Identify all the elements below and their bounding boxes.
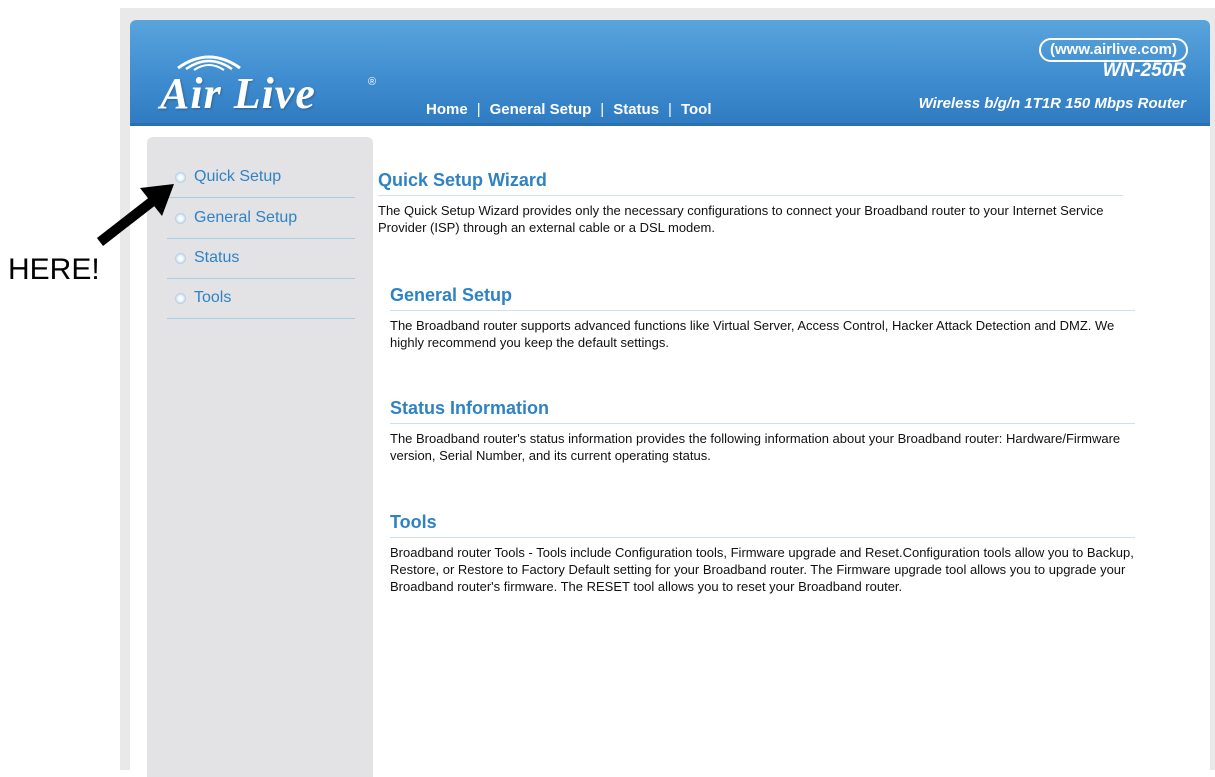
header-banner: Air Live ® Home | General Setup | Status… (130, 20, 1210, 126)
sidebar-item-general-setup[interactable]: General Setup (167, 198, 355, 239)
section-status-information: Status Information The Broadband router'… (390, 398, 1135, 464)
bullet-icon (175, 252, 186, 264)
nav-separator: | (668, 100, 672, 118)
sidebar-item-label: Tools (194, 289, 232, 306)
section-text: The Broadband router supports advanced f… (390, 318, 1115, 350)
model-name: WN-250R (1102, 60, 1186, 81)
section-text: The Broadband router's status informatio… (390, 431, 1121, 463)
website-link[interactable]: (www.airlive.com) (1039, 38, 1188, 62)
registered-mark: ® (368, 76, 377, 88)
sidebar-item-label: Quick Setup (194, 168, 282, 185)
section-general-setup: General Setup The Broadband router suppo… (390, 285, 1135, 351)
nav-separator: | (600, 100, 605, 118)
section-tools: Tools Broadband router Tools - Tools inc… (390, 512, 1135, 595)
sidebar-item-tools[interactable]: Tools (167, 278, 355, 319)
arrow-pointer-icon (96, 184, 174, 246)
sidebar-item-label: Status (194, 249, 240, 266)
nav-separator: | (476, 100, 481, 118)
sidebar-item-label: General Setup (194, 209, 298, 226)
section-title: Quick Setup Wizard (378, 170, 1123, 196)
section-text: The Quick Setup Wizard provides only the… (378, 203, 1104, 235)
logo-text: Air Live (160, 69, 316, 118)
nav-general-setup[interactable]: General Setup (490, 101, 592, 118)
sidebar-item-quick-setup[interactable]: Quick Setup (167, 157, 355, 198)
nav-home[interactable]: Home (426, 101, 468, 118)
nav-status[interactable]: Status (613, 101, 659, 118)
section-title: Tools (390, 512, 1135, 538)
sidebar-item-status[interactable]: Status (167, 238, 355, 279)
section-quick-setup-wizard: Quick Setup Wizard The Quick Setup Wizar… (378, 170, 1123, 236)
top-nav: Home | General Setup | Status | Tool (426, 98, 712, 120)
section-text: Broadband router Tools - Tools include C… (390, 545, 1134, 594)
section-title: Status Information (390, 398, 1135, 424)
section-title: General Setup (390, 285, 1135, 311)
model-description: Wireless b/g/n 1T1R 150 Mbps Router (918, 95, 1186, 112)
here-annotation: HERE! (8, 253, 100, 286)
bullet-icon (175, 292, 186, 304)
airlive-logo[interactable]: Air Live ® (160, 48, 390, 120)
nav-tool[interactable]: Tool (681, 101, 712, 118)
